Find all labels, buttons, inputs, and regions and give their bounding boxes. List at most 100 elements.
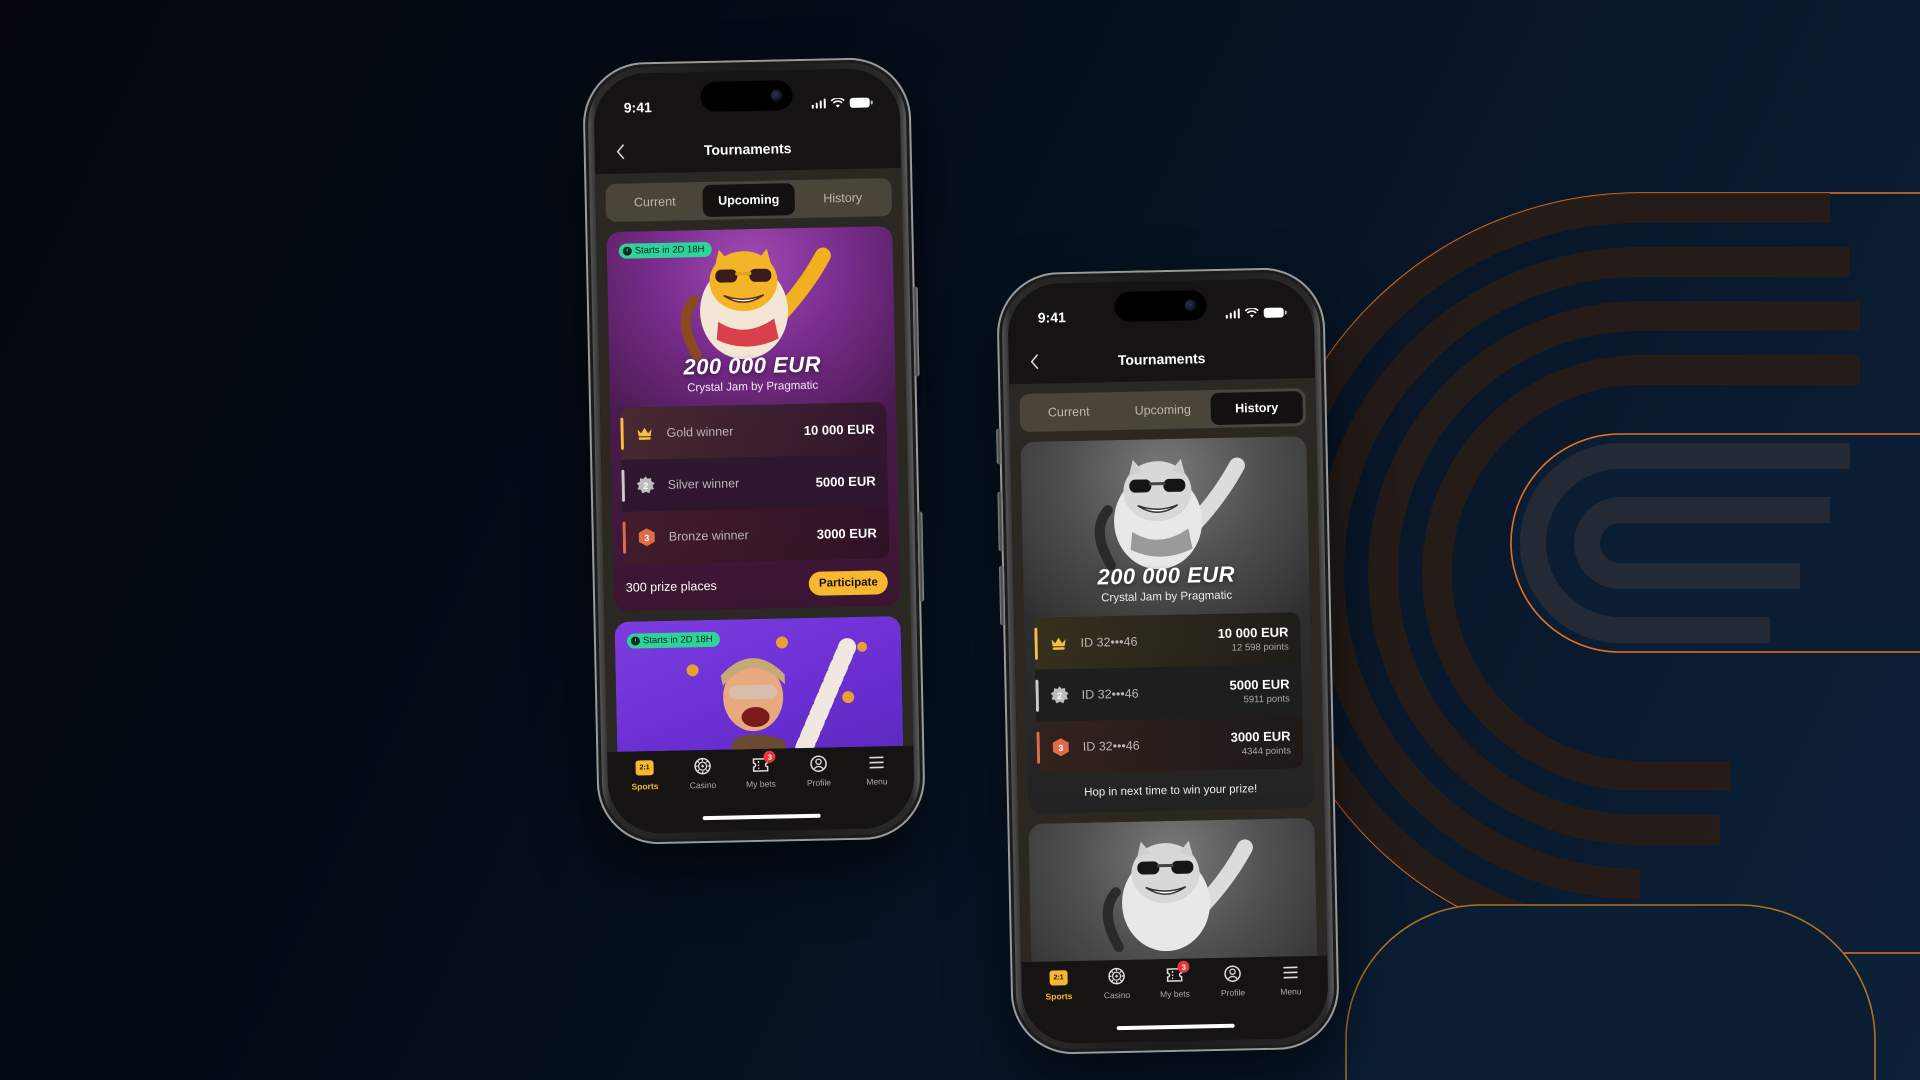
sports-icon: 2:1 [1049,969,1068,986]
winner-row-silver: 2 Silver winner 5000 EUR [621,454,888,512]
tabbar-profile[interactable]: Profile [1203,963,1263,1040]
winners-list: ID 32•••46 10 000 EUR 12 598 points 2 ID… [1034,612,1304,774]
segmented-tabs: Current Upcoming History [605,178,893,223]
card-hero: 200 000 EUR Crystal Jam by Pragmatic [1020,436,1311,619]
winner-row-gold: ID 32•••46 10 000 EUR 12 598 points [1034,612,1302,670]
back-button[interactable] [608,139,632,163]
winner-points: 4344 points [1241,745,1292,758]
status-time: 9:41 [1037,309,1066,326]
card-hero: Starts in 2D 18H 200 000 EUR Crystal Jam… [606,226,897,409]
tabbar-menu[interactable]: Menu [1261,962,1321,1039]
sports-icon: 2:1 [635,759,654,776]
casino-chip-icon [692,756,712,776]
winner-amount: 10 000 EUR [1217,624,1289,641]
tabbar-sports[interactable]: 2:1 Sports [615,757,675,834]
silver-medal-icon: 2 [635,475,655,495]
power-button [912,286,920,377]
tabbar-casino[interactable]: Casino [1087,966,1147,1043]
participate-button[interactable]: Participate [808,570,889,596]
winner-id: ID 32•••46 [1082,738,1140,754]
page-title: Tournaments [1117,350,1206,368]
winner-id: ID 32•••46 [1081,686,1139,702]
brand-arcs-graphic [1259,192,1920,1080]
winner-points: 12 598 points [1231,641,1289,654]
status-bar: 9:41 [593,68,900,128]
winner-row-gold: Gold winner 10 000 EUR [620,402,888,460]
tournament-card[interactable]: Starts in 2D 18H 200 000 EUR Crystal Jam… [606,226,901,612]
clock-icon [622,246,632,256]
inner-capsule-outline [1510,433,1920,653]
svg-text:3: 3 [1058,743,1063,753]
cellular-signal-icon [1225,308,1240,319]
menu-icon [866,752,886,772]
outer-arc-outline [1259,192,1920,954]
tabbar-my-bets[interactable]: 3 My bets [731,750,791,831]
side-button [917,511,925,602]
starts-in-badge: Starts in 2D 18H [618,241,712,259]
page-title: Tournaments [703,140,792,158]
tabbar-my-bets[interactable]: 3 My bets [1145,960,1205,1041]
tabbar-casino[interactable]: Casino [673,756,733,833]
tournament-card[interactable]: 200 000 EUR Crystal Jam by Pragmatic ID … [1020,436,1315,814]
phone-screen: 9:41 Tournaments Current Upcoming Histor… [593,67,915,835]
encouragement-text: Hop in next time to win your prize! [1084,783,1258,799]
battery-icon [849,97,870,108]
prize-places: 300 prize places [625,578,717,595]
inner-capsule-stripes [1519,443,1850,643]
tournament-card[interactable]: Starts in 2D 18H [614,615,905,753]
winner-amount: 5000 EUR [1229,676,1290,693]
winner-id: ID 32•••46 [1080,634,1138,650]
stripe-arcs [1259,193,1860,953]
cellular-signal-icon [811,98,826,109]
bets-count-badge: 3 [763,750,776,763]
tabbar-menu[interactable]: Menu [847,752,907,829]
prize-amount: 200 000 EUR [1097,561,1236,590]
winner-row-bronze: 3 Bronze winner 3000 EUR [622,506,890,564]
prize-amount: 200 000 EUR [683,351,822,380]
winners-list: Gold winner 10 000 EUR 2 Silver winner 5… [620,402,890,564]
tournament-card[interactable] [1028,817,1319,963]
svg-text:2: 2 [643,481,648,491]
crown-icon [634,423,654,443]
silver-medal-icon: 2 [1049,685,1069,705]
tab-history[interactable]: History [796,181,889,215]
tab-history[interactable]: History [1210,391,1304,426]
tab-current[interactable]: Current [608,185,701,219]
svg-text:3: 3 [644,533,649,543]
crown-icon [1048,633,1068,653]
tab-upcoming[interactable]: Upcoming [1116,393,1209,427]
bets-count-badge: 3 [1177,960,1190,973]
clock-icon [630,636,641,646]
chevron-left-icon [616,144,625,160]
tabbar-profile[interactable]: Profile [789,753,849,830]
card-body: Gold winner 10 000 EUR 2 Silver winner 5… [610,402,901,612]
battery-icon [1263,307,1284,318]
phone-history: 9:41 Tournaments Current Upcoming Histor… [995,266,1341,1056]
winner-amount: 3000 EUR [1230,728,1291,745]
svg-text:2: 2 [1057,691,1062,701]
action-button [996,428,1002,465]
tab-upcoming[interactable]: Upcoming [702,183,796,218]
winner-row-silver: 2 ID 32•••46 5000 EUR 5911 ponts [1035,664,1302,722]
tabbar-sports[interactable]: 2:1 Sports [1029,967,1089,1044]
tournaments-content: Current Upcoming History 200 000 EUR Cry… [1009,377,1328,963]
bronze-medal-icon: 3 [637,527,657,547]
menu-icon [1280,962,1300,982]
profile-icon [808,754,828,774]
status-bar: 9:41 [1007,278,1314,338]
winner-amount: 3000 EUR [816,524,877,542]
tiger-mascot-grayscale [1102,839,1253,953]
segmented-tabs: Current Upcoming History [1019,388,1307,433]
volume-down-button [998,565,1006,626]
winner-points: 5911 ponts [1243,693,1290,706]
wifi-icon [830,98,845,108]
tab-current[interactable]: Current [1022,395,1115,429]
back-button[interactable] [1022,349,1046,373]
card-hero [1028,817,1319,963]
phone-screen: 9:41 Tournaments Current Upcoming Histor… [1007,277,1329,1045]
card-body: ID 32•••46 10 000 EUR 12 598 points 2 ID… [1024,612,1315,814]
casino-chip-icon [1106,966,1126,986]
tiger-mascot-grayscale [1094,457,1245,571]
chevron-left-icon [1030,354,1039,370]
card-hero: Starts in 2D 18H [614,615,905,753]
